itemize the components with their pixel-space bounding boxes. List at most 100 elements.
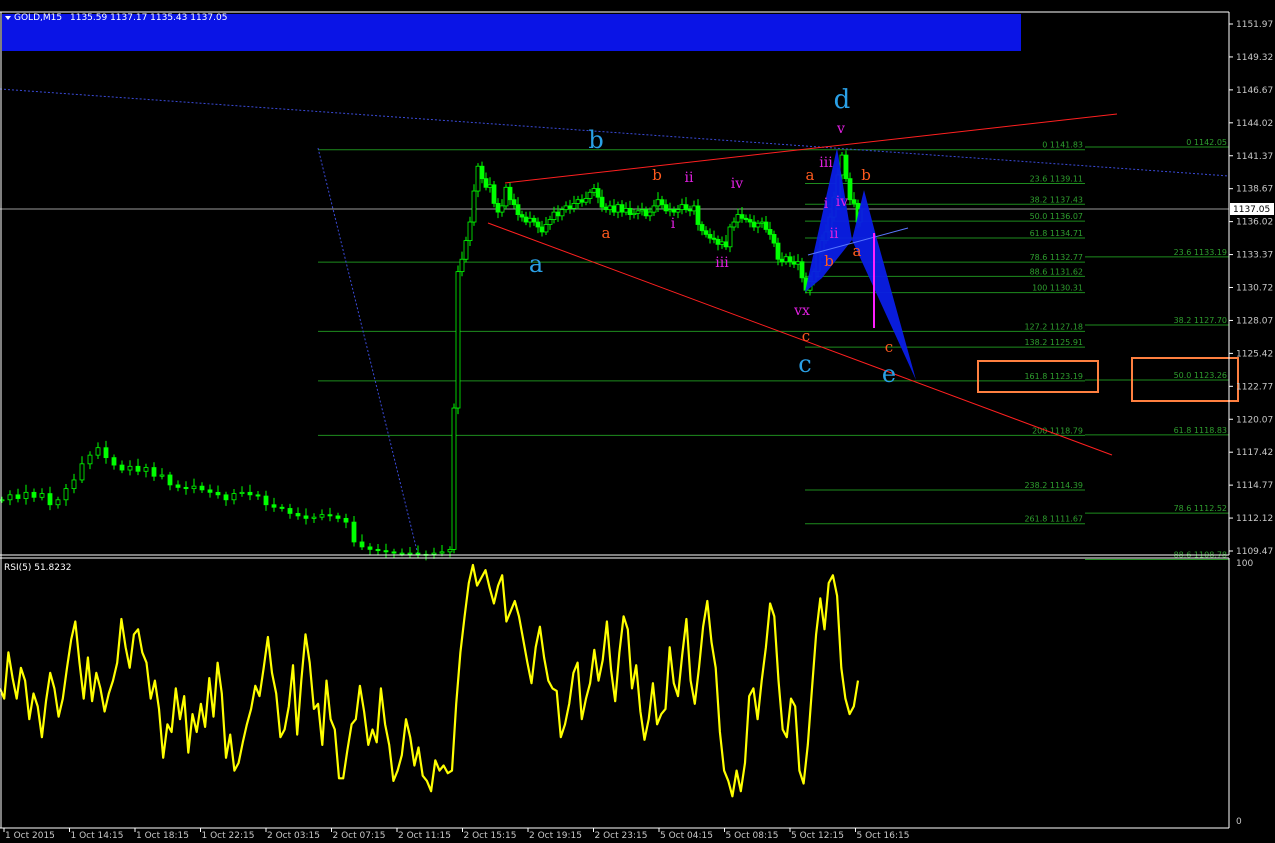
- candle-body: [479, 165, 485, 180]
- candle-body: [647, 211, 653, 217]
- candle-body: [607, 205, 613, 211]
- candle-body: [295, 513, 301, 517]
- candle-body: [583, 198, 589, 203]
- candle-body: [543, 224, 549, 233]
- candle-body: [723, 241, 729, 248]
- candle-body: [159, 474, 165, 477]
- candle-body: [659, 199, 665, 206]
- candle-body: [843, 154, 849, 180]
- rsi-title: RSI(5) 51.8232: [4, 563, 71, 573]
- price-tick-label: 1117.42: [1236, 448, 1273, 458]
- candle-body: [727, 226, 733, 248]
- fib-level-label: 100 1130.31: [1032, 284, 1083, 293]
- candle-body: [847, 178, 853, 201]
- price-tick-label: 1149.32: [1236, 53, 1273, 63]
- wave-label: ii: [830, 226, 839, 242]
- candle-body: [683, 204, 689, 211]
- candle-body: [699, 224, 705, 232]
- candle-body: [215, 491, 221, 496]
- candle-body: [603, 206, 609, 211]
- candle: [455, 265, 461, 415]
- wave-label: iv: [836, 194, 848, 210]
- wave-label: a: [806, 166, 815, 184]
- price-tick-label: 1128.07: [1236, 316, 1273, 326]
- candle-body: [239, 491, 245, 494]
- candle-body: [575, 199, 581, 204]
- wave-label: b: [588, 126, 603, 154]
- candle-body: [519, 214, 525, 218]
- candle-body: [463, 240, 469, 260]
- candle-body: [223, 494, 229, 501]
- fib-level-label: 238.2 1114.39: [1024, 481, 1083, 490]
- candle: [491, 180, 497, 208]
- fib-right-label: 23.6 1133.19: [1174, 248, 1227, 257]
- candle-body: [23, 491, 29, 499]
- symbol-label: GOLD,M15: [14, 13, 62, 23]
- candle-body: [675, 209, 681, 213]
- fib-level-label: 161.8 1123.19: [1024, 372, 1083, 381]
- candle-body: [547, 219, 553, 225]
- candle-body: [503, 186, 509, 207]
- candle-body: [715, 238, 721, 245]
- candle-body: [263, 495, 269, 506]
- candle-body: [47, 493, 53, 506]
- time-tick-label: 1 Oct 2015: [5, 831, 55, 839]
- candle-body: [399, 552, 405, 555]
- candle-body: [431, 552, 437, 555]
- candle-body: [143, 467, 149, 472]
- chart-canvas[interactable]: 0 1141.83 23.6 1139.11 38.2 1137.43 50.0 11…: [0, 0, 1275, 841]
- candle-body: [571, 203, 577, 209]
- candle-body: [407, 552, 413, 555]
- candle-body: [79, 463, 85, 481]
- candle-body: [391, 551, 397, 554]
- candle-body: [795, 261, 801, 265]
- mt4-chart-window: 0 1141.83 23.6 1139.11 38.2 1137.43 50.0 11…: [0, 0, 1275, 841]
- price-tick-label: 1151.97: [1236, 20, 1273, 30]
- time-tick-label: 1 Oct 14:15: [71, 831, 124, 839]
- candle-body: [7, 494, 13, 501]
- candle-body: [523, 216, 529, 223]
- candle-body: [639, 209, 645, 212]
- candle-body: [731, 221, 737, 228]
- candle-body: [751, 221, 757, 228]
- price-tick-label: 1125.42: [1236, 349, 1273, 359]
- candle-body: [455, 271, 461, 409]
- candle-body: [747, 219, 753, 223]
- candle-body: [415, 552, 421, 555]
- candle-body: [791, 261, 797, 265]
- candle-body: [459, 258, 465, 273]
- fib-right-label: 38.2 1127.70: [1174, 316, 1227, 325]
- wave-label: b: [861, 166, 871, 184]
- candle-body: [15, 494, 21, 499]
- candle-body: [199, 485, 205, 491]
- candle-body: [567, 205, 573, 209]
- candle-body: [799, 261, 805, 279]
- candle-body: [739, 214, 745, 219]
- candle-body: [667, 209, 673, 212]
- price-tick-label: 1146.67: [1236, 86, 1273, 96]
- fib-level-label: 38.2 1137.43: [1030, 195, 1083, 204]
- time-tick-label: 2 Oct 11:15: [398, 831, 451, 839]
- candle-body: [635, 210, 641, 214]
- candle-body: [851, 199, 857, 204]
- time-tick-label: 1 Oct 22:15: [202, 831, 255, 839]
- candle-body: [775, 242, 781, 260]
- price-tick-label: 1133.37: [1236, 251, 1273, 261]
- candle: [451, 403, 457, 554]
- candle-body: [767, 229, 773, 235]
- wave-label: iii: [819, 155, 833, 171]
- time-tick-label: 5 Oct 08:15: [726, 831, 779, 839]
- candle: [463, 236, 469, 263]
- candle-body: [551, 211, 557, 220]
- time-tick-label: 5 Oct 04:15: [660, 831, 713, 839]
- ohlc-label: 1135.59 1137.17 1135.43 1137.05: [70, 13, 227, 23]
- candle-body: [655, 199, 661, 207]
- wave-label: i: [824, 196, 829, 212]
- candle-body: [631, 212, 637, 215]
- candle-body: [279, 506, 285, 509]
- wave-label: c: [798, 350, 811, 378]
- candle-body: [595, 188, 601, 198]
- candle-body: [527, 217, 533, 223]
- candle-body: [471, 190, 477, 223]
- candle-body: [491, 184, 497, 204]
